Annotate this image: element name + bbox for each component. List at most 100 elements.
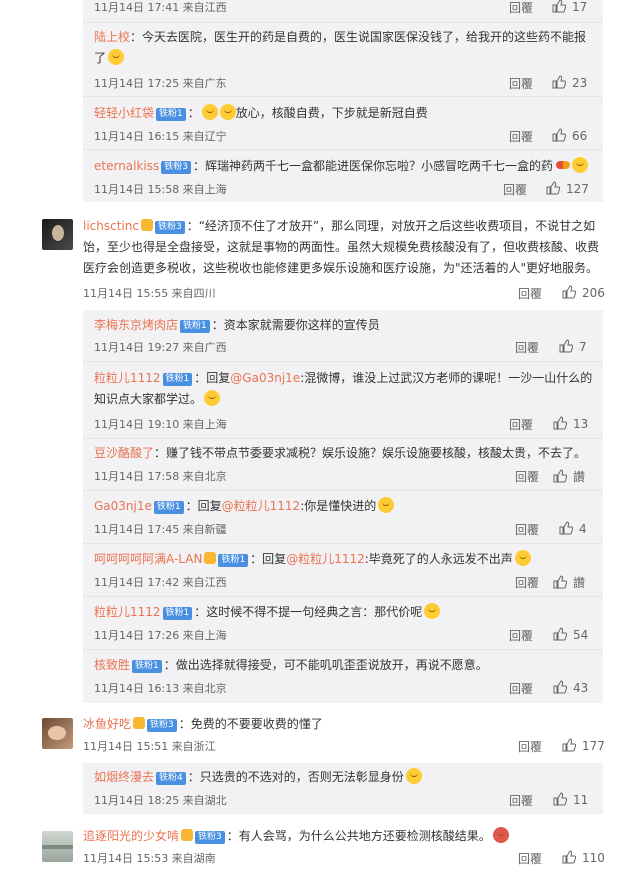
- reply-username[interactable]: 陆上校: [94, 30, 130, 44]
- reply-button[interactable]: 回覆: [509, 627, 533, 644]
- reply-button[interactable]: 回覆: [509, 792, 533, 809]
- reply-username[interactable]: Ga03nj1e: [94, 499, 152, 513]
- comment-content: ：“经济顶不住了才放开”，那么同理，对放开之后这些收费项目，不说甘之如: [186, 219, 596, 233]
- like-button[interactable]: 110: [562, 850, 605, 865]
- avatar[interactable]: [42, 718, 73, 749]
- reply-button[interactable]: 回覆: [515, 574, 539, 591]
- like-button[interactable]: 127: [546, 181, 589, 196]
- face-emoji-icon: [204, 390, 221, 406]
- reply-content: ：回复: [250, 552, 287, 566]
- like-count: 23: [572, 76, 588, 90]
- reply-button[interactable]: 回覆: [509, 680, 533, 697]
- crown-icon: [133, 717, 146, 729]
- reply-box-2: 李梅东京烤肉店 铁粉1 ：资本家就需要你这样的宣传员 11月14日 19:27 来自…: [83, 310, 603, 703]
- like-button[interactable]: 4: [559, 521, 587, 536]
- thumb-up-icon: [559, 339, 573, 353]
- fan-badge: 铁粉1: [156, 108, 186, 121]
- reply-content: ：回复: [185, 499, 222, 513]
- reply-content: ：辉瑞神药两千七一盒都能进医保你忘啦？小感冒吃两千七一盒的药: [193, 159, 554, 173]
- reply-username[interactable]: 核致胜: [94, 658, 130, 672]
- mention-link[interactable]: @粒粒儿1112: [286, 552, 365, 566]
- like-button[interactable]: 54: [553, 627, 588, 642]
- crown-icon: [140, 219, 153, 231]
- reply-button[interactable]: 回覆: [509, 128, 533, 145]
- reply-button[interactable]: 回覆: [518, 850, 542, 867]
- avatar[interactable]: [42, 219, 73, 250]
- comment-meta: 11月14日 15:53 来自湖南: [83, 852, 216, 865]
- flower-emoji-icon: [201, 104, 218, 120]
- comment-username[interactable]: lichsctinc: [83, 219, 139, 233]
- like-count: 43: [573, 681, 589, 695]
- reply-button[interactable]: 回覆: [518, 285, 542, 302]
- reply-meta: 11月14日 19:10 来自上海: [94, 418, 227, 431]
- fan-badge: 铁粉1: [132, 660, 162, 673]
- reply-content: :混微博，谁没上过武汉方老师的课呢！一沙一山什么的: [300, 371, 593, 385]
- reply-box-1: 11月14日 17:41 来自江西 回覆 17 陆上校：今天去医院，医生开的药是…: [83, 0, 603, 202]
- reply-text: 粒粒儿1112 铁粉1 ：这时候不得不提一句经典之言：那代价呢: [94, 602, 594, 623]
- like-button[interactable]: 43: [553, 680, 588, 695]
- divider: [83, 361, 603, 362]
- reply-button[interactable]: 回覆: [515, 468, 539, 485]
- mention-link[interactable]: @Ga03nj1e: [230, 371, 300, 385]
- avatar[interactable]: [42, 831, 73, 862]
- thumb-up-icon: [559, 521, 573, 535]
- like-button[interactable]: 11: [553, 792, 588, 807]
- reply-text: Ga03nj1e 铁粉1 ：回复@粒粒儿1112:你是懂快进的: [94, 496, 594, 517]
- like-button[interactable]: 讚: [553, 468, 585, 485]
- reply-content: ：赚了钱不带点节委要求减税？娱乐设施？娱乐设施要核酸，核酸太贵，不去了。: [154, 446, 587, 460]
- like-button[interactable]: 13: [553, 416, 588, 431]
- comment-username[interactable]: 追逐阳光的少女啃: [83, 829, 179, 843]
- reply-meta: 11月14日 17:58 来自北京: [94, 470, 227, 483]
- divider: [83, 649, 603, 650]
- like-button[interactable]: 17: [552, 0, 587, 14]
- reply-content: ：今天去医院，医生开的药是自费的，医生说国家医保没钱了，给我开的这些药不能报了: [94, 30, 587, 65]
- reply-username[interactable]: 轻轻小红袋: [94, 106, 154, 120]
- reply-button[interactable]: 回覆: [515, 339, 539, 356]
- like-button[interactable]: 66: [552, 128, 587, 143]
- like-count: 66: [572, 129, 588, 143]
- thumb-up-icon: [552, 75, 566, 89]
- face-emoji-icon: [378, 497, 395, 513]
- like-button[interactable]: 206: [562, 285, 605, 300]
- like-button[interactable]: 177: [562, 738, 605, 753]
- comment-meta: 11月14日 17:41 来自江西: [94, 1, 227, 14]
- reply-content: ：资本家就需要你这样的宣传员: [211, 318, 380, 332]
- reply-text: 豆沙酪酸了：赚了钱不带点节委要求减税？娱乐设施？娱乐设施要核酸，核酸太贵，不去了…: [94, 443, 599, 464]
- reply-username[interactable]: 豆沙酪酸了: [94, 446, 154, 460]
- reply-username[interactable]: eternalkiss: [94, 159, 159, 173]
- reply-username[interactable]: 粒粒儿1112: [94, 371, 161, 385]
- face-emoji-icon: [424, 603, 441, 619]
- reply-content: ：这时候不得不提一句经典之言：那代价呢: [194, 605, 423, 619]
- face-emoji-icon: [492, 827, 509, 843]
- mention-link[interactable]: @粒粒儿1112: [222, 499, 301, 513]
- like-count: 110: [582, 851, 605, 865]
- reply-button[interactable]: 回覆: [518, 738, 542, 755]
- thumb-up-icon: [562, 738, 576, 752]
- reply-button[interactable]: 回覆: [515, 521, 539, 538]
- flower-emoji-icon: [219, 104, 236, 120]
- fan-badge: 铁粉1: [162, 607, 193, 620]
- reply-username[interactable]: 如烟终漫去: [94, 770, 154, 784]
- reply-button[interactable]: 回覆: [509, 0, 533, 16]
- reply-username[interactable]: 李梅东京烤肉店: [94, 318, 178, 332]
- reply-username[interactable]: 呵呵呵呵阿满A-LAN: [94, 552, 202, 566]
- reply-button[interactable]: 回覆: [503, 181, 527, 198]
- reply-content: 放心，核酸自费，下步就是新冠自费: [235, 106, 428, 120]
- divider: [83, 438, 603, 439]
- like-button[interactable]: 23: [552, 75, 587, 90]
- reply-content: ：做出选择就得接受，可不能叽叽歪歪说放开，再说不愿意。: [163, 658, 488, 672]
- like-button[interactable]: 讚: [553, 574, 585, 591]
- thumb-up-icon: [553, 792, 567, 806]
- reply-meta: 11月14日 18:25 来自湖北: [94, 794, 227, 807]
- fan-badge: 铁粉4: [156, 772, 186, 785]
- comment-meta: 11月14日 15:51 来自浙江: [83, 740, 216, 753]
- reply-username[interactable]: 粒粒儿1112: [94, 605, 161, 619]
- face-emoji-icon: [405, 768, 422, 784]
- reply-text: 粒粒儿1112 铁粉1 ：回复@Ga03nj1e:混微博，谁没上过武汉方老师的课呢！…: [94, 368, 594, 410]
- reply-button[interactable]: 回覆: [509, 416, 533, 433]
- crying-emoji-icon: [108, 49, 125, 65]
- reply-button[interactable]: 回覆: [509, 75, 533, 92]
- reply-text: 呵呵呵呵阿满A-LAN 铁粉1 ：回复@粒粒儿1112:毕竟死了的人永远发不出声: [94, 549, 599, 570]
- like-button[interactable]: 7: [559, 339, 587, 354]
- comment-username[interactable]: 冰鱼好吃: [83, 717, 131, 731]
